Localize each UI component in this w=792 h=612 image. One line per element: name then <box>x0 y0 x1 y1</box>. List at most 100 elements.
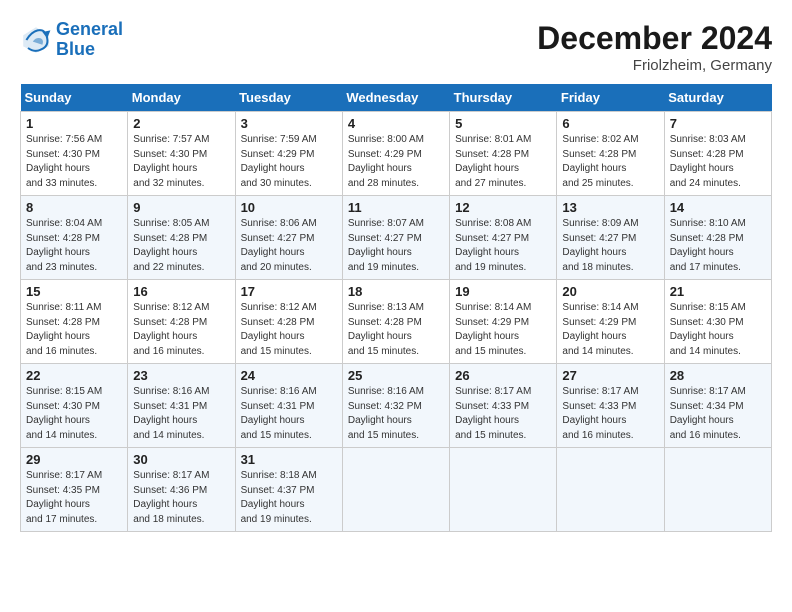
day-number: 10 <box>241 200 337 215</box>
day-cell-2: 2 Sunrise: 7:57 AM Sunset: 4:30 PM Dayli… <box>128 112 235 196</box>
day-number: 3 <box>241 116 337 131</box>
day-cell-5: 5 Sunrise: 8:01 AM Sunset: 4:28 PM Dayli… <box>450 112 557 196</box>
col-header-thursday: Thursday <box>450 84 557 112</box>
day-info: Sunrise: 8:02 AM Sunset: 4:28 PM Dayligh… <box>562 133 658 191</box>
day-number: 13 <box>562 200 658 215</box>
day-info: Sunrise: 8:07 AM Sunset: 4:27 PM Dayligh… <box>348 217 444 275</box>
day-info: Sunrise: 7:56 AM Sunset: 4:30 PM Dayligh… <box>26 133 122 191</box>
day-info: Sunrise: 8:16 AM Sunset: 4:31 PM Dayligh… <box>133 385 229 443</box>
col-header-sunday: Sunday <box>21 84 128 112</box>
day-cell-4: 4 Sunrise: 8:00 AM Sunset: 4:29 PM Dayli… <box>342 112 449 196</box>
day-info: Sunrise: 7:59 AM Sunset: 4:29 PM Dayligh… <box>241 133 337 191</box>
day-info: Sunrise: 8:03 AM Sunset: 4:28 PM Dayligh… <box>670 133 766 191</box>
day-number: 20 <box>562 284 658 299</box>
day-cell-10: 10 Sunrise: 8:06 AM Sunset: 4:27 PM Dayl… <box>235 196 342 280</box>
empty-cell <box>342 448 449 532</box>
day-cell-21: 21 Sunrise: 8:15 AM Sunset: 4:30 PM Dayl… <box>664 280 771 364</box>
day-number: 17 <box>241 284 337 299</box>
day-cell-11: 11 Sunrise: 8:07 AM Sunset: 4:27 PM Dayl… <box>342 196 449 280</box>
logo-text: General Blue <box>56 20 123 60</box>
month-title: December 2024 <box>537 20 772 57</box>
day-cell-31: 31 Sunrise: 8:18 AM Sunset: 4:37 PM Dayl… <box>235 448 342 532</box>
day-number: 30 <box>133 452 229 467</box>
day-info: Sunrise: 8:11 AM Sunset: 4:28 PM Dayligh… <box>26 301 122 359</box>
day-cell-23: 23 Sunrise: 8:16 AM Sunset: 4:31 PM Dayl… <box>128 364 235 448</box>
week-row-2: 8 Sunrise: 8:04 AM Sunset: 4:28 PM Dayli… <box>21 196 772 280</box>
day-info: Sunrise: 8:06 AM Sunset: 4:27 PM Dayligh… <box>241 217 337 275</box>
day-number: 14 <box>670 200 766 215</box>
day-number: 5 <box>455 116 551 131</box>
day-cell-7: 7 Sunrise: 8:03 AM Sunset: 4:28 PM Dayli… <box>664 112 771 196</box>
week-row-1: 1 Sunrise: 7:56 AM Sunset: 4:30 PM Dayli… <box>21 112 772 196</box>
day-info: Sunrise: 8:14 AM Sunset: 4:29 PM Dayligh… <box>455 301 551 359</box>
page-header: General Blue December 2024 Friolzheim, G… <box>20 20 772 74</box>
col-header-monday: Monday <box>128 84 235 112</box>
day-number: 25 <box>348 368 444 383</box>
calendar-header-row: SundayMondayTuesdayWednesdayThursdayFrid… <box>21 84 772 112</box>
day-number: 18 <box>348 284 444 299</box>
day-info: Sunrise: 8:15 AM Sunset: 4:30 PM Dayligh… <box>670 301 766 359</box>
empty-cell <box>664 448 771 532</box>
day-info: Sunrise: 8:14 AM Sunset: 4:29 PM Dayligh… <box>562 301 658 359</box>
day-number: 28 <box>670 368 766 383</box>
day-cell-28: 28 Sunrise: 8:17 AM Sunset: 4:34 PM Dayl… <box>664 364 771 448</box>
day-number: 9 <box>133 200 229 215</box>
day-info: Sunrise: 8:00 AM Sunset: 4:29 PM Dayligh… <box>348 133 444 191</box>
day-cell-16: 16 Sunrise: 8:12 AM Sunset: 4:28 PM Dayl… <box>128 280 235 364</box>
day-info: Sunrise: 8:13 AM Sunset: 4:28 PM Dayligh… <box>348 301 444 359</box>
day-number: 8 <box>26 200 122 215</box>
day-info: Sunrise: 7:57 AM Sunset: 4:30 PM Dayligh… <box>133 133 229 191</box>
logo-icon <box>20 24 52 56</box>
day-cell-30: 30 Sunrise: 8:17 AM Sunset: 4:36 PM Dayl… <box>128 448 235 532</box>
day-number: 27 <box>562 368 658 383</box>
day-cell-24: 24 Sunrise: 8:16 AM Sunset: 4:31 PM Dayl… <box>235 364 342 448</box>
day-number: 6 <box>562 116 658 131</box>
day-number: 22 <box>26 368 122 383</box>
logo-general: General <box>56 19 123 39</box>
week-row-5: 29 Sunrise: 8:17 AM Sunset: 4:35 PM Dayl… <box>21 448 772 532</box>
day-number: 31 <box>241 452 337 467</box>
day-cell-14: 14 Sunrise: 8:10 AM Sunset: 4:28 PM Dayl… <box>664 196 771 280</box>
week-row-3: 15 Sunrise: 8:11 AM Sunset: 4:28 PM Dayl… <box>21 280 772 364</box>
day-info: Sunrise: 8:08 AM Sunset: 4:27 PM Dayligh… <box>455 217 551 275</box>
col-header-saturday: Saturday <box>664 84 771 112</box>
day-cell-15: 15 Sunrise: 8:11 AM Sunset: 4:28 PM Dayl… <box>21 280 128 364</box>
calendar-table: SundayMondayTuesdayWednesdayThursdayFrid… <box>20 84 772 532</box>
day-cell-1: 1 Sunrise: 7:56 AM Sunset: 4:30 PM Dayli… <box>21 112 128 196</box>
day-info: Sunrise: 8:17 AM Sunset: 4:34 PM Dayligh… <box>670 385 766 443</box>
day-cell-20: 20 Sunrise: 8:14 AM Sunset: 4:29 PM Dayl… <box>557 280 664 364</box>
day-info: Sunrise: 8:12 AM Sunset: 4:28 PM Dayligh… <box>133 301 229 359</box>
day-cell-8: 8 Sunrise: 8:04 AM Sunset: 4:28 PM Dayli… <box>21 196 128 280</box>
day-cell-12: 12 Sunrise: 8:08 AM Sunset: 4:27 PM Dayl… <box>450 196 557 280</box>
day-info: Sunrise: 8:17 AM Sunset: 4:35 PM Dayligh… <box>26 469 122 527</box>
day-info: Sunrise: 8:16 AM Sunset: 4:32 PM Dayligh… <box>348 385 444 443</box>
day-number: 16 <box>133 284 229 299</box>
day-number: 1 <box>26 116 122 131</box>
empty-cell <box>557 448 664 532</box>
empty-cell <box>450 448 557 532</box>
day-info: Sunrise: 8:15 AM Sunset: 4:30 PM Dayligh… <box>26 385 122 443</box>
title-block: December 2024 Friolzheim, Germany <box>537 20 772 74</box>
col-header-tuesday: Tuesday <box>235 84 342 112</box>
day-cell-3: 3 Sunrise: 7:59 AM Sunset: 4:29 PM Dayli… <box>235 112 342 196</box>
day-info: Sunrise: 8:10 AM Sunset: 4:28 PM Dayligh… <box>670 217 766 275</box>
location: Friolzheim, Germany <box>537 57 772 74</box>
day-cell-17: 17 Sunrise: 8:12 AM Sunset: 4:28 PM Dayl… <box>235 280 342 364</box>
day-cell-22: 22 Sunrise: 8:15 AM Sunset: 4:30 PM Dayl… <box>21 364 128 448</box>
week-row-4: 22 Sunrise: 8:15 AM Sunset: 4:30 PM Dayl… <box>21 364 772 448</box>
day-cell-13: 13 Sunrise: 8:09 AM Sunset: 4:27 PM Dayl… <box>557 196 664 280</box>
day-number: 7 <box>670 116 766 131</box>
day-info: Sunrise: 8:05 AM Sunset: 4:28 PM Dayligh… <box>133 217 229 275</box>
day-number: 19 <box>455 284 551 299</box>
day-info: Sunrise: 8:09 AM Sunset: 4:27 PM Dayligh… <box>562 217 658 275</box>
day-info: Sunrise: 8:17 AM Sunset: 4:33 PM Dayligh… <box>455 385 551 443</box>
day-number: 21 <box>670 284 766 299</box>
day-number: 11 <box>348 200 444 215</box>
day-cell-25: 25 Sunrise: 8:16 AM Sunset: 4:32 PM Dayl… <box>342 364 449 448</box>
day-number: 26 <box>455 368 551 383</box>
day-info: Sunrise: 8:17 AM Sunset: 4:36 PM Dayligh… <box>133 469 229 527</box>
day-number: 2 <box>133 116 229 131</box>
day-number: 15 <box>26 284 122 299</box>
day-cell-29: 29 Sunrise: 8:17 AM Sunset: 4:35 PM Dayl… <box>21 448 128 532</box>
day-number: 24 <box>241 368 337 383</box>
